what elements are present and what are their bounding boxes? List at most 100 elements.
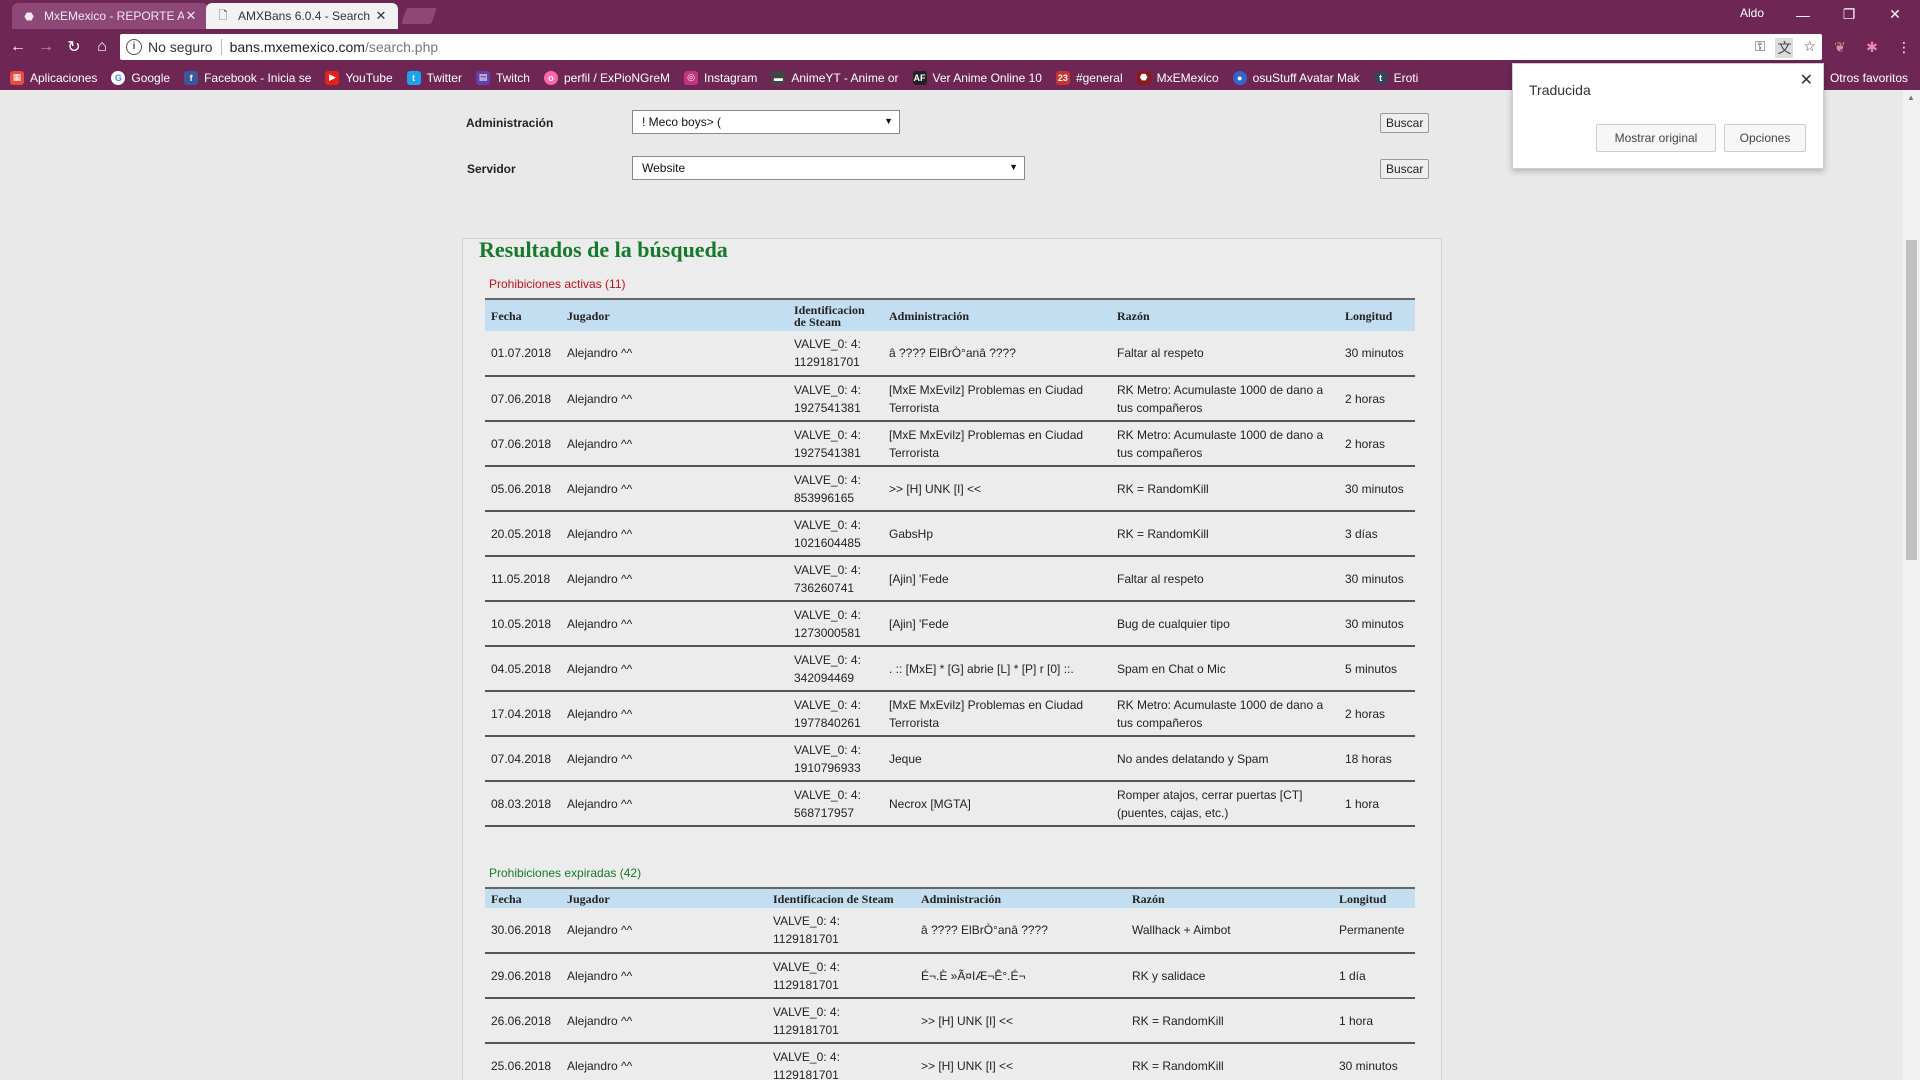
info-icon[interactable]: i bbox=[126, 39, 142, 55]
key-icon[interactable]: ⚿ bbox=[1755, 38, 1766, 58]
table-row: 29.06.2018 Alejandro ^^ VALVE_0: 4: 112918… bbox=[485, 953, 1415, 999]
minimize-icon[interactable]: — bbox=[1780, 0, 1826, 29]
admin-search-button[interactable]: Buscar bbox=[1380, 113, 1430, 133]
options-button[interactable]: Opciones bbox=[1724, 124, 1806, 152]
cell-steam-id: VALVE_0: 4: 1021604485 bbox=[788, 511, 883, 557]
cell-length: 30 minutos bbox=[1339, 601, 1415, 647]
cell-length: 30 minutos bbox=[1339, 466, 1415, 512]
animeyt-icon: ▬ bbox=[771, 70, 786, 85]
table-row: 04.05.2018 Alejandro ^^ VALVE_0: 4: 342094… bbox=[485, 646, 1415, 692]
cell-date: 05.06.2018 bbox=[485, 466, 561, 512]
bookmark-osustuff[interactable]: ● osuStuff Avatar Mak bbox=[1232, 70, 1360, 85]
col-length[interactable]: Longitud bbox=[1333, 887, 1415, 908]
cell-reason: Spam en Chat o Mic bbox=[1111, 646, 1339, 692]
cell-player: Alejandro ^^ bbox=[561, 511, 788, 557]
restore-icon[interactable]: ❐ bbox=[1826, 0, 1872, 29]
cell-date: 11.05.2018 bbox=[485, 556, 561, 602]
star-icon[interactable]: ☆ bbox=[1803, 38, 1816, 58]
home-icon[interactable]: ⌂ bbox=[92, 37, 112, 57]
cell-steam-id: VALVE_0: 4: 1273000581 bbox=[788, 601, 883, 647]
profile-name[interactable]: Aldo bbox=[1740, 6, 1764, 20]
show-original-button[interactable]: Mostrar original bbox=[1596, 124, 1716, 152]
bookmark-apps[interactable]: ▦ Aplicaciones bbox=[10, 70, 97, 85]
cell-date: 25.06.2018 bbox=[485, 1043, 561, 1080]
bookmark-animeyt[interactable]: ▬ AnimeYT - Anime or bbox=[771, 70, 899, 85]
cell-steam-id: VALVE_0: 4: 1910796933 bbox=[788, 736, 883, 782]
google-icon: G bbox=[111, 70, 126, 85]
tab-mxemexico[interactable]: ⬣ MxEMexico - REPORTE A ✕ bbox=[12, 3, 208, 29]
col-date[interactable]: Fecha bbox=[485, 887, 561, 908]
table-header-row: Fecha Jugador Identificacion de Steam Ad… bbox=[485, 887, 1415, 908]
reload-icon[interactable]: ↻ bbox=[64, 37, 84, 57]
cell-date: 20.05.2018 bbox=[485, 511, 561, 557]
col-admin[interactable]: Administración bbox=[915, 887, 1126, 908]
col-reason[interactable]: Razón bbox=[1111, 298, 1339, 331]
bookmark-youtube[interactable]: ▶ YouTube bbox=[325, 70, 393, 85]
osu-icon: o bbox=[543, 70, 558, 85]
extension-twitter-icon[interactable]: ❦ bbox=[1830, 37, 1850, 57]
cell-reason: No andes delatando y Spam bbox=[1111, 736, 1339, 782]
table-row: 30.06.2018 Alejandro ^^ VALVE_0: 4: 112918… bbox=[485, 908, 1415, 954]
col-steam-id[interactable]: Identificacion de Steam bbox=[767, 887, 915, 908]
table-row: 07.06.2018 Alejandro ^^ VALVE_0: 4: 192754… bbox=[485, 421, 1415, 467]
col-reason[interactable]: Razón bbox=[1126, 887, 1333, 908]
extension-pinwheel-icon[interactable]: ✱ bbox=[1862, 37, 1882, 57]
translate-icon[interactable]: 文 bbox=[1775, 38, 1794, 58]
translate-popup: Traducida ✕ Mostrar original Opciones bbox=[1512, 63, 1824, 169]
page-content: Administración ! Meco boys> ( ▼ Buscar S… bbox=[0, 90, 1920, 1080]
discord-icon: 23 bbox=[1055, 70, 1070, 85]
bookmark-google[interactable]: G Google bbox=[111, 70, 170, 85]
cell-steam-id: VALVE_0: 4: 1129181701 bbox=[788, 331, 883, 377]
menu-icon[interactable]: ⋮ bbox=[1894, 37, 1914, 57]
close-icon[interactable]: ✕ bbox=[1800, 70, 1813, 90]
twitch-icon: ▤ bbox=[475, 70, 490, 85]
bookmark-twitch[interactable]: ▤ Twitch bbox=[475, 70, 530, 85]
cell-date: 07.06.2018 bbox=[485, 421, 561, 467]
close-icon[interactable]: ✕ bbox=[374, 8, 388, 24]
bookmark-osu[interactable]: o perfil / ExPioNGreM bbox=[543, 70, 670, 85]
cell-reason: Faltar al respeto bbox=[1111, 331, 1339, 377]
back-icon[interactable]: ← bbox=[8, 37, 28, 57]
server-search-button[interactable]: Buscar bbox=[1380, 159, 1430, 179]
scroll-up-icon[interactable]: ▲ bbox=[1907, 93, 1915, 102]
forward-icon[interactable]: → bbox=[36, 37, 56, 57]
cell-admin: GabsHp bbox=[883, 511, 1111, 557]
bookmark-mxemexico[interactable]: ⬣ MxEMexico bbox=[1136, 70, 1219, 85]
col-admin[interactable]: Administración bbox=[883, 298, 1111, 331]
bookmark-tumblr[interactable]: t Eroti bbox=[1373, 70, 1418, 85]
cell-player: Alejandro ^^ bbox=[561, 691, 788, 737]
other-bookmarks[interactable]: Otros favoritos bbox=[1830, 71, 1908, 85]
animeflv-icon: AF bbox=[912, 70, 927, 85]
cell-date: 07.04.2018 bbox=[485, 736, 561, 782]
bookmark-facebook[interactable]: f Facebook - Inicia se bbox=[184, 70, 311, 85]
scrollbar[interactable]: ▲ bbox=[1903, 90, 1920, 1080]
col-date[interactable]: Fecha bbox=[485, 298, 561, 331]
address-bar[interactable]: i No seguro bans.mxemexico.com/search.ph… bbox=[120, 34, 1822, 60]
bookmark-twitter[interactable]: t Twitter bbox=[406, 70, 462, 85]
cell-admin: >> [H] UNK [I] << bbox=[915, 1043, 1126, 1080]
results-title: Resultados de la búsqueda bbox=[479, 237, 728, 262]
col-length[interactable]: Longitud bbox=[1339, 298, 1415, 331]
scroll-thumb[interactable] bbox=[1906, 240, 1917, 560]
title-bar: ⬣ MxEMexico - REPORTE A ✕ 🗋 AMXBans 6.0.… bbox=[0, 0, 1920, 29]
bookmark-animeflv[interactable]: AF Ver Anime Online 10 bbox=[912, 70, 1042, 85]
tab-amxbans[interactable]: 🗋 AMXBans 6.0.4 - Search ✕ bbox=[206, 3, 398, 29]
close-window-icon[interactable]: ✕ bbox=[1872, 0, 1918, 29]
col-player[interactable]: Jugador bbox=[561, 298, 788, 331]
cell-player: Alejandro ^^ bbox=[561, 908, 767, 954]
tab-title: MxEMexico - REPORTE A bbox=[44, 9, 184, 23]
cell-length: 1 hora bbox=[1339, 781, 1415, 827]
chevron-down-icon: ▼ bbox=[1009, 162, 1018, 172]
cell-steam-id: VALVE_0: 4: 1129181701 bbox=[767, 998, 915, 1044]
admin-select[interactable]: ! Meco boys> ( ▼ bbox=[632, 110, 900, 134]
bookmark-discord[interactable]: 23 #general bbox=[1055, 70, 1123, 85]
cell-length: 30 minutos bbox=[1339, 556, 1415, 602]
new-tab-button[interactable] bbox=[401, 8, 437, 24]
cell-steam-id: VALVE_0: 4: 1977840261 bbox=[788, 691, 883, 737]
bookmark-instagram[interactable]: ◎ Instagram bbox=[684, 70, 757, 85]
col-player[interactable]: Jugador bbox=[561, 887, 767, 908]
cell-steam-id: VALVE_0: 4: 736260741 bbox=[788, 556, 883, 602]
col-steam-id[interactable]: Identificacion de Steam bbox=[788, 298, 883, 331]
close-icon[interactable]: ✕ bbox=[184, 8, 198, 24]
server-select[interactable]: Website ▼ bbox=[632, 156, 1025, 180]
